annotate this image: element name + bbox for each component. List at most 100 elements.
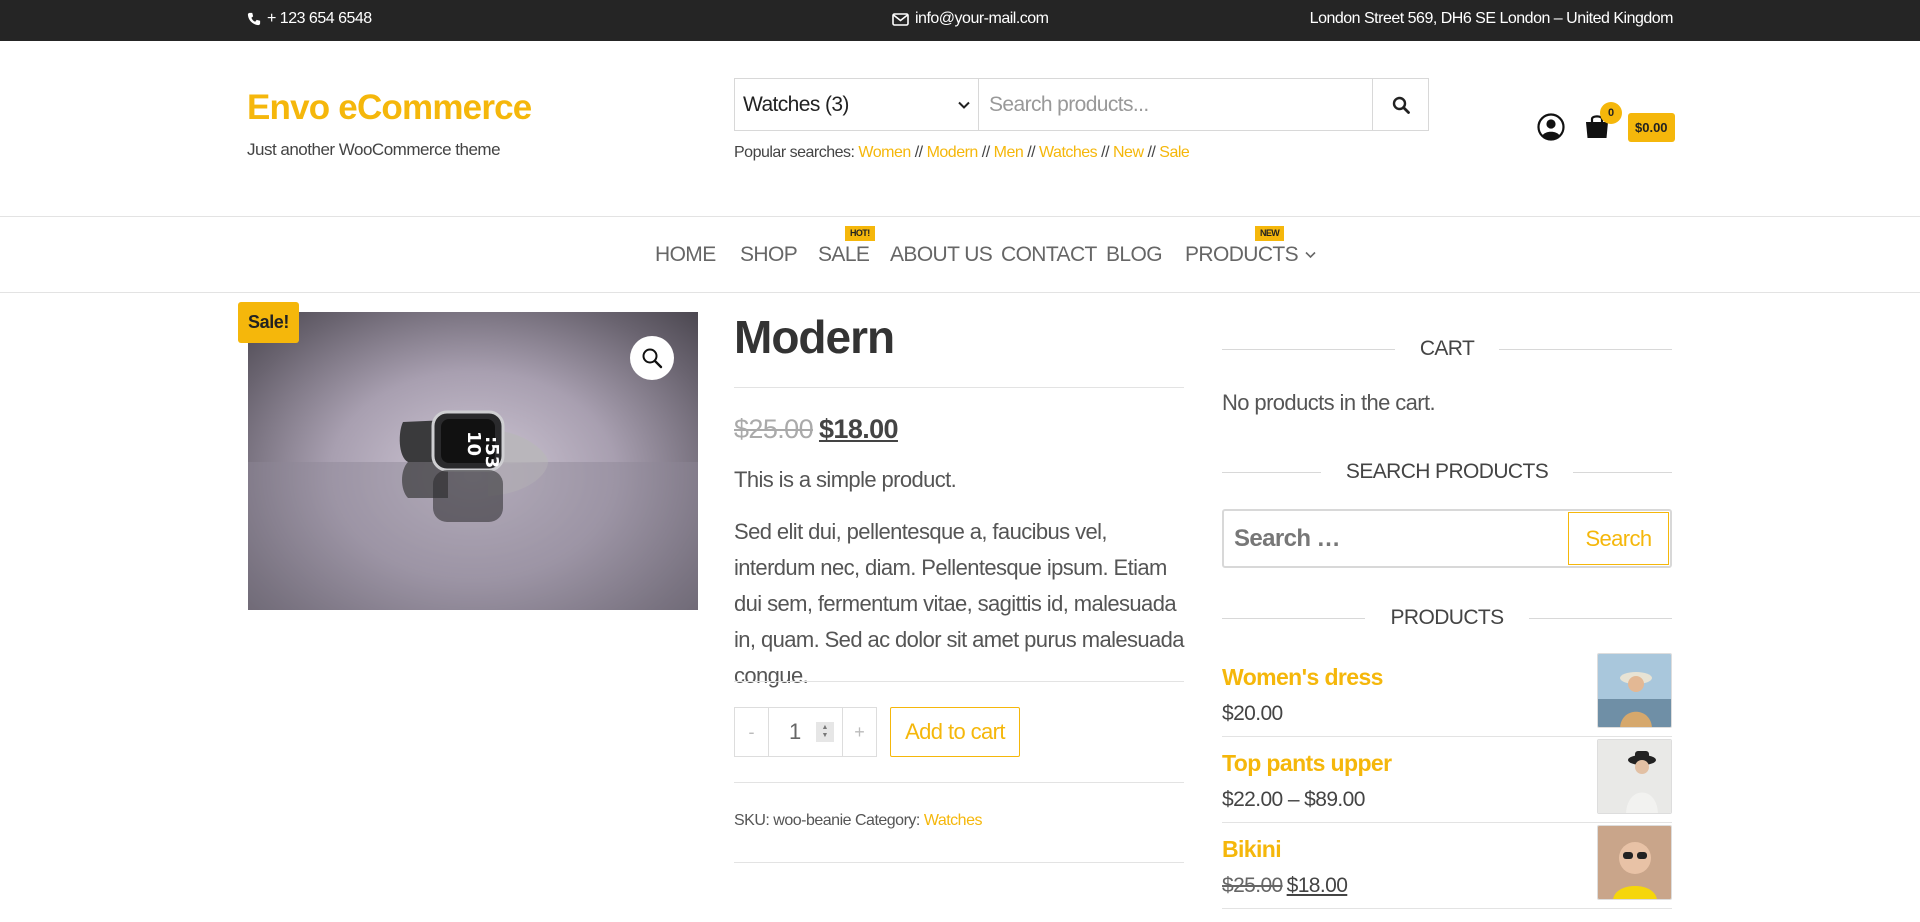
qty-spinner[interactable]: ▲ ▼: [816, 722, 834, 742]
nav-item-blog[interactable]: BLOG: [1106, 243, 1163, 267]
category-select[interactable]: Watches (3): [735, 79, 979, 130]
divider: [734, 782, 1184, 783]
top-bar: + 123 654 6548 info@your-mail.com London…: [0, 0, 1920, 41]
search-button[interactable]: [1372, 79, 1428, 130]
category-select-value: Watches (3): [743, 92, 849, 116]
cart-widget-title: CART: [1222, 334, 1673, 364]
cart-empty-message: No products in the cart.: [1222, 390, 1436, 415]
phone-text: + 123 654 6548: [267, 10, 372, 27]
category-link[interactable]: Watches: [924, 812, 983, 829]
nav-item-products[interactable]: PRODUCTS NEW: [1185, 226, 1316, 267]
site-title[interactable]: Envo eCommerce: [247, 88, 532, 128]
search-widget-title-text: SEARCH PRODUCTS: [1345, 460, 1549, 483]
popular-separator: //: [914, 144, 923, 161]
product-thumbnail[interactable]: [1597, 653, 1672, 728]
qty-minus-button[interactable]: -: [735, 708, 768, 756]
search-placeholder: Search products...: [989, 92, 1149, 116]
products-widget-title: PRODUCTS: [1222, 603, 1673, 633]
product-short-description: This is a simple product.: [734, 467, 957, 492]
product-link[interactable]: Women's dress: [1222, 664, 1383, 691]
sidebar-search-input[interactable]: Search …: [1224, 525, 1568, 553]
price-old: $25.00: [734, 414, 814, 444]
divider: [734, 681, 1184, 682]
category-label: Category:: [854, 812, 920, 829]
popular-separator: //: [1101, 144, 1110, 161]
topbar-phone: + 123 654 6548: [247, 10, 372, 28]
zoom-button[interactable]: [630, 336, 674, 380]
nav-item-sale[interactable]: SALE HOT!: [818, 226, 875, 267]
divider: [1222, 822, 1672, 823]
popular-separator: //: [981, 144, 990, 161]
popular-separator: //: [1147, 144, 1156, 161]
price-new: $18.00: [1286, 874, 1348, 897]
account-button[interactable]: [1537, 113, 1565, 146]
woman-sunglasses-photo: [1598, 826, 1671, 899]
new-badge: NEW: [1255, 226, 1285, 241]
envelope-icon: [892, 12, 909, 26]
list-item: Women's dress $20.00: [1222, 653, 1672, 750]
price-new: $18.00: [818, 414, 899, 444]
divider: [734, 862, 1184, 863]
qty-plus-button[interactable]: +: [843, 708, 876, 756]
popular-link-women[interactable]: Women: [858, 144, 911, 161]
price-old: $25.00: [1222, 874, 1283, 897]
add-to-cart-button[interactable]: Add to cart: [890, 707, 1020, 757]
product-price: $22.00 – $89.00: [1222, 788, 1365, 811]
list-item: Bikini $25.00 $18.00: [1222, 825, 1672, 922]
popular-link-modern[interactable]: Modern: [927, 144, 979, 161]
product-search-form: Watches (3) Search products...: [734, 78, 1429, 131]
nav-item-sale-label: SALE: [818, 243, 870, 266]
products-widget-title-text: PRODUCTS: [1390, 606, 1504, 629]
topbar-address: London Street 569, DH6 SE London – Unite…: [1309, 10, 1674, 28]
nav-item-about-us[interactable]: ABOUT US: [890, 243, 993, 267]
quantity-stepper: - 1 ▲ ▼ +: [734, 707, 877, 757]
product-link[interactable]: Top pants upper: [1222, 750, 1392, 777]
nav-item-home[interactable]: HOME: [655, 243, 716, 267]
woman-hat-photo: [1598, 654, 1671, 727]
product-title: Modern: [734, 311, 895, 363]
nav-item-products-label: PRODUCTS: [1185, 243, 1299, 266]
popular-link-sale[interactable]: Sale: [1159, 144, 1190, 161]
sidebar-search-button[interactable]: Search: [1568, 512, 1669, 565]
woman-black-hat-photo: [1598, 740, 1671, 813]
divider: [1222, 736, 1672, 737]
address-text: London Street 569, DH6 SE London – Unite…: [1309, 10, 1674, 27]
sidebar-search-form: Search … Search: [1222, 509, 1672, 568]
list-item: Top pants upper $22.00 – $89.00: [1222, 739, 1672, 836]
product-price: $25.00 $18.00: [1222, 874, 1348, 898]
cart-count-badge: 0: [1600, 102, 1622, 124]
cart-total[interactable]: $0.00: [1628, 113, 1675, 142]
product-price: $25.00 $18.00: [734, 414, 899, 445]
phone-icon: [247, 12, 261, 26]
sku-value: woo-beanie: [773, 812, 852, 829]
nav-item-shop[interactable]: SHOP: [740, 243, 798, 267]
popular-label: Popular searches:: [734, 144, 855, 161]
product-thumbnail[interactable]: [1597, 825, 1672, 900]
popular-separator: //: [1027, 144, 1036, 161]
popular-link-watches[interactable]: Watches: [1039, 144, 1098, 161]
divider: [734, 387, 1184, 388]
email-text[interactable]: info@your-mail.com: [915, 10, 1049, 28]
watch-time-hour: 10: [463, 431, 484, 456]
divider: [1222, 908, 1672, 909]
topbar-email[interactable]: info@your-mail.com: [892, 10, 1049, 28]
search-input[interactable]: Search products...: [979, 79, 1372, 130]
qty-value: 1: [789, 719, 802, 744]
qty-input[interactable]: 1 ▲ ▼: [768, 708, 843, 756]
cart-widget-title-text: CART: [1419, 337, 1475, 360]
hot-badge: HOT!: [845, 226, 875, 241]
chevron-down-icon: [958, 101, 970, 109]
popular-link-men[interactable]: Men: [994, 144, 1024, 161]
popular-link-new[interactable]: New: [1113, 144, 1144, 161]
magnifier-icon: [642, 348, 663, 369]
chevron-down-icon: [1305, 252, 1316, 259]
product-meta: SKU: woo-beanie Category: Watches: [734, 812, 982, 830]
product-description: Sed elit dui, pellentesque a, faucibus v…: [734, 519, 1185, 688]
watch-time-minutes: :53: [481, 436, 502, 468]
search-widget-title: SEARCH PRODUCTS: [1222, 457, 1673, 487]
nav-item-contact[interactable]: CONTACT: [1001, 243, 1097, 267]
product-thumbnail[interactable]: [1597, 739, 1672, 814]
sku-label: SKU:: [734, 812, 770, 829]
search-icon: [1392, 96, 1410, 114]
product-link[interactable]: Bikini: [1222, 836, 1282, 863]
